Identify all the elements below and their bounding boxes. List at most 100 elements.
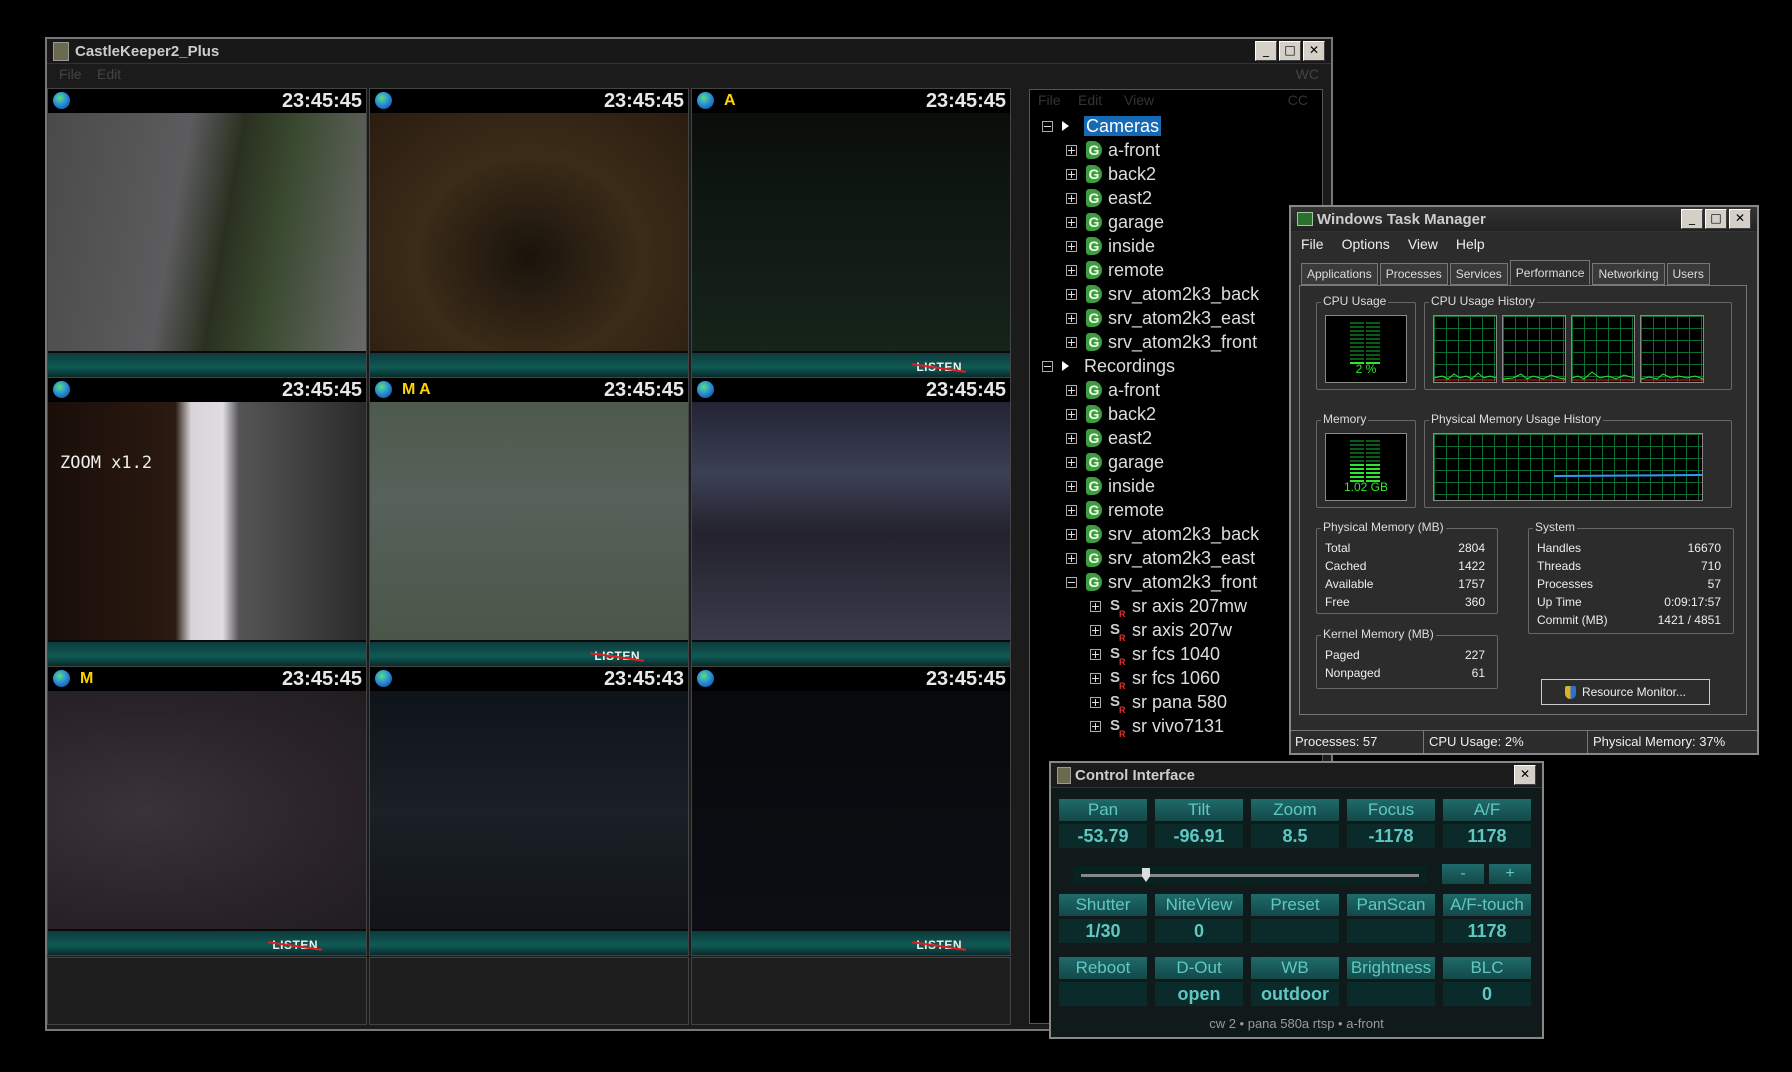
tree-node-stream[interactable]: sr fcs 1040	[1132, 642, 1220, 666]
expand-icon[interactable]	[1090, 673, 1101, 684]
tree-node-camera[interactable]: srv_atom2k3_east	[1108, 306, 1255, 330]
ci-close-button[interactable]: ✕	[1514, 765, 1536, 785]
globe-icon[interactable]	[375, 381, 392, 398]
globe-icon[interactable]	[53, 381, 70, 398]
tab-processes[interactable]: Processes	[1379, 263, 1448, 285]
tree-node-recording[interactable]: srv_atom2k3_east	[1108, 546, 1255, 570]
expand-icon[interactable]	[1090, 721, 1101, 732]
expand-icon[interactable]	[1090, 697, 1101, 708]
close-button[interactable]: ✕	[1303, 41, 1325, 61]
camera-tile[interactable]: 23:45:45 LISTEN	[691, 666, 1011, 956]
tree-node-camera[interactable]: remote	[1108, 258, 1164, 282]
control-button-focus[interactable]: Focus	[1347, 799, 1435, 821]
tree-node-camera[interactable]: srv_atom2k3_back	[1108, 282, 1259, 306]
control-button-brightness[interactable]: Brightness	[1347, 957, 1435, 979]
globe-icon[interactable]	[697, 381, 714, 398]
expand-icon[interactable]	[1066, 433, 1077, 444]
control-button-a-f[interactable]: A/F	[1443, 799, 1531, 821]
tm-menu-view[interactable]: View	[1408, 236, 1438, 252]
tree-node-camera[interactable]: back2	[1108, 162, 1156, 186]
control-button-tilt[interactable]: Tilt	[1155, 799, 1243, 821]
control-button-blc[interactable]: BLC	[1443, 957, 1531, 979]
tree-menu-cc[interactable]: CC	[1288, 92, 1308, 108]
tab-networking[interactable]: Networking	[1592, 263, 1665, 285]
tree-node-recordings[interactable]: Recordings	[1084, 354, 1175, 378]
listen-button[interactable]: LISTEN	[916, 938, 962, 952]
ci-title-bar[interactable]: Control Interface ✕	[1051, 763, 1542, 788]
menu-edit[interactable]: Edit	[97, 66, 121, 82]
slider-knob[interactable]	[1142, 868, 1150, 882]
maximize-button[interactable]: □	[1279, 41, 1301, 61]
expand-icon[interactable]	[1066, 217, 1077, 228]
menu-file[interactable]: File	[59, 66, 82, 82]
plus-button[interactable]: +	[1489, 864, 1531, 884]
tree-node-cameras[interactable]: Cameras	[1084, 114, 1162, 138]
tree-node-recording[interactable]: back2	[1108, 402, 1156, 426]
globe-icon[interactable]	[697, 92, 714, 109]
control-button-wb[interactable]: WB	[1251, 957, 1339, 979]
tm-menu-options[interactable]: Options	[1342, 236, 1390, 252]
tree-node-recording[interactable]: east2	[1108, 426, 1152, 450]
minus-button[interactable]: -	[1442, 864, 1484, 884]
globe-icon[interactable]	[697, 670, 714, 687]
camera-tile[interactable]: 23:45:45 ZOOM x1.2	[47, 377, 367, 667]
tree-node-stream[interactable]: sr axis 207mw	[1132, 594, 1247, 618]
tab-performance[interactable]: Performance	[1509, 260, 1591, 285]
expand-icon[interactable]	[1066, 241, 1077, 252]
tab-services[interactable]: Services	[1449, 263, 1508, 285]
camera-tile[interactable]: A 23:45:45 LISTEN	[691, 88, 1011, 378]
expand-icon[interactable]	[1066, 169, 1077, 180]
resource-monitor-button[interactable]: Resource Monitor...	[1541, 679, 1710, 705]
tm-maximize-button[interactable]: □	[1705, 209, 1727, 229]
tree-node-recording[interactable]: garage	[1108, 450, 1164, 474]
tree-node-camera[interactable]: east2	[1108, 186, 1152, 210]
control-button-pan[interactable]: Pan	[1059, 799, 1147, 821]
tm-menu-help[interactable]: Help	[1456, 236, 1485, 252]
tm-minimize-button[interactable]: _	[1681, 209, 1703, 229]
tm-title-bar[interactable]: Windows Task Manager _ □ ✕	[1291, 207, 1757, 232]
expand-icon[interactable]	[1066, 193, 1077, 204]
expand-icon[interactable]	[1066, 409, 1077, 420]
expand-icon[interactable]	[1066, 145, 1077, 156]
expand-icon[interactable]	[1090, 601, 1101, 612]
ptz-slider[interactable]	[1073, 866, 1427, 884]
expand-icon[interactable]	[1090, 649, 1101, 660]
collapse-icon[interactable]	[1066, 577, 1077, 588]
tree-node-recording[interactable]: inside	[1108, 474, 1155, 498]
expand-icon[interactable]	[1066, 337, 1077, 348]
expand-icon[interactable]	[1066, 265, 1077, 276]
expand-icon[interactable]	[1066, 385, 1077, 396]
globe-icon[interactable]	[53, 670, 70, 687]
tree-node-camera[interactable]: garage	[1108, 210, 1164, 234]
tree-node-recording[interactable]: a-front	[1108, 378, 1160, 402]
camera-tile[interactable]: 23:45:45	[47, 88, 367, 378]
globe-icon[interactable]	[53, 92, 70, 109]
menu-wc[interactable]: WC	[1296, 66, 1319, 82]
tm-close-button[interactable]: ✕	[1729, 209, 1751, 229]
minimize-button[interactable]: _	[1255, 41, 1277, 61]
control-button-preset[interactable]: Preset	[1251, 894, 1339, 916]
camera-tile[interactable]: 23:45:45	[369, 88, 689, 378]
control-button-reboot[interactable]: Reboot	[1059, 957, 1147, 979]
tree-node-camera[interactable]: a-front	[1108, 138, 1160, 162]
camera-tile[interactable]: M 23:45:45 LISTEN	[47, 666, 367, 956]
control-button-shutter[interactable]: Shutter	[1059, 894, 1147, 916]
tree-menu-view[interactable]: View	[1124, 92, 1154, 108]
expand-icon[interactable]	[1066, 457, 1077, 468]
listen-button[interactable]: LISTEN	[594, 649, 640, 663]
tab-users[interactable]: Users	[1666, 263, 1710, 285]
control-button-a-f-touch[interactable]: A/F-touch	[1443, 894, 1531, 916]
expand-icon[interactable]	[1090, 625, 1101, 636]
expand-icon[interactable]	[1066, 553, 1077, 564]
tree-node-stream[interactable]: sr vivo7131	[1132, 714, 1224, 738]
expand-icon[interactable]	[1066, 481, 1077, 492]
tree-menu-edit[interactable]: Edit	[1078, 92, 1102, 108]
tree-node-camera[interactable]: srv_atom2k3_front	[1108, 330, 1257, 354]
collapse-icon[interactable]	[1042, 361, 1053, 372]
camera-tile[interactable]: 23:45:43	[369, 666, 689, 956]
tree-node-recording[interactable]: srv_atom2k3_front	[1108, 570, 1257, 594]
expand-icon[interactable]	[1066, 313, 1077, 324]
control-button-niteview[interactable]: NiteView	[1155, 894, 1243, 916]
expand-icon[interactable]	[1066, 505, 1077, 516]
listen-button[interactable]: LISTEN	[916, 360, 962, 374]
